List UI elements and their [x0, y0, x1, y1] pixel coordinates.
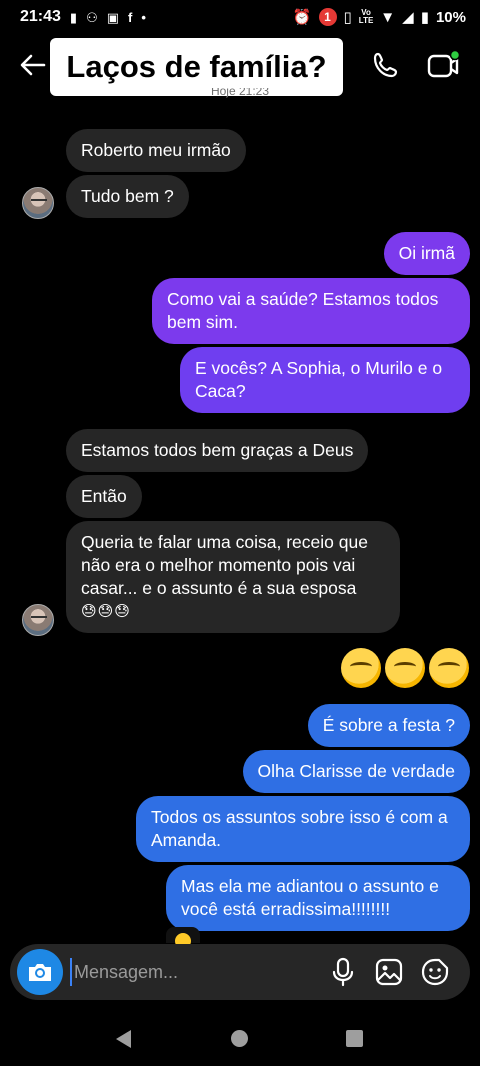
reaction-peek: [166, 927, 200, 949]
signal-icon: ◢: [402, 9, 414, 26]
clock: 21:43: [20, 8, 61, 25]
message-outgoing[interactable]: Mas ela me adiantou o assunto e você est…: [166, 865, 470, 931]
message-outgoing[interactable]: E vocês? A Sophia, o Murilo e o Caca?: [180, 347, 470, 413]
thinking-face-icon: [341, 648, 381, 688]
chat-header: Laços de família?: [0, 34, 480, 96]
back-button[interactable]: [16, 48, 50, 82]
message-outgoing[interactable]: Todos os assuntos sobre isso é com a Ama…: [136, 796, 470, 862]
message-text: Queria te falar uma coisa, receio que nã…: [81, 532, 368, 598]
microphone-button[interactable]: [329, 957, 357, 987]
camera-button[interactable]: [17, 949, 63, 995]
facebook-icon: f: [128, 9, 133, 25]
battery-icon: ▮: [420, 9, 429, 26]
notification-badge: 1: [318, 8, 337, 26]
message-outgoing[interactable]: É sobre a festa ?: [307, 704, 470, 747]
battery-level: 10%: [435, 8, 466, 26]
system-navigation-bar: [0, 1012, 480, 1066]
nav-recents-button[interactable]: [346, 1030, 363, 1047]
avatar[interactable]: [22, 187, 54, 219]
alarm-icon: ⏰: [292, 9, 312, 26]
video-camera-icon: [427, 49, 461, 78]
microphone-icon: [332, 957, 354, 987]
more-notifications-icon: •: [141, 9, 146, 25]
message-outgoing[interactable]: Olha Clarisse de verdade: [242, 750, 470, 793]
sad-emojis: 😓😓😓: [81, 603, 131, 620]
message-input[interactable]: [70, 958, 310, 986]
wifi-icon: ▼: [380, 8, 396, 26]
status-bar: 21:43 ▮ ⚇ ▣ f • ⏰ 1 ▯ Vo LTE ▼ ◢ ▮ 10%: [0, 0, 480, 34]
message-incoming[interactable]: Roberto meu irmão: [66, 129, 246, 172]
call-button[interactable]: [369, 48, 403, 82]
arrow-left-icon: [20, 54, 46, 76]
message-incoming[interactable]: Tudo bem ?: [66, 175, 189, 218]
message-incoming[interactable]: Então: [66, 475, 142, 518]
message-composer: [10, 944, 470, 1000]
sticker-icon: [421, 958, 449, 986]
sticker-button[interactable]: [420, 957, 450, 987]
avatar[interactable]: [22, 604, 54, 636]
video-call-button[interactable]: [425, 48, 461, 82]
message-outgoing[interactable]: Como vai a saúde? Estamos todos bem sim.: [152, 278, 470, 344]
message-incoming-long[interactable]: Queria te falar uma coisa, receio que nã…: [66, 521, 400, 633]
thinking-face-icon: [429, 648, 469, 688]
nav-back-button[interactable]: [114, 1029, 132, 1054]
message-incoming[interactable]: Estamos todos bem graças a Deus: [66, 429, 369, 472]
phone-icon: [373, 52, 398, 78]
camera-icon: [29, 964, 51, 981]
triangle-back-icon: [116, 1030, 131, 1048]
message-list[interactable]: Roberto meu irmão Tudo bem ? Oi irmã Com…: [0, 100, 480, 949]
image-icon: [375, 958, 403, 986]
alert-icon: ▮: [69, 9, 78, 25]
thinking-face-icon: [385, 648, 425, 688]
sync-icon: ⚇: [86, 9, 98, 25]
shopping-bag-icon: ▣: [106, 9, 120, 25]
gallery-button[interactable]: [374, 957, 404, 987]
volte-indicator: Vo LTE: [358, 8, 374, 25]
nav-home-button[interactable]: [231, 1030, 248, 1047]
vibrate-icon: ▯: [343, 9, 352, 26]
message-outgoing[interactable]: Oi irmã: [383, 232, 470, 275]
message-emoji-reaction[interactable]: [341, 648, 469, 688]
